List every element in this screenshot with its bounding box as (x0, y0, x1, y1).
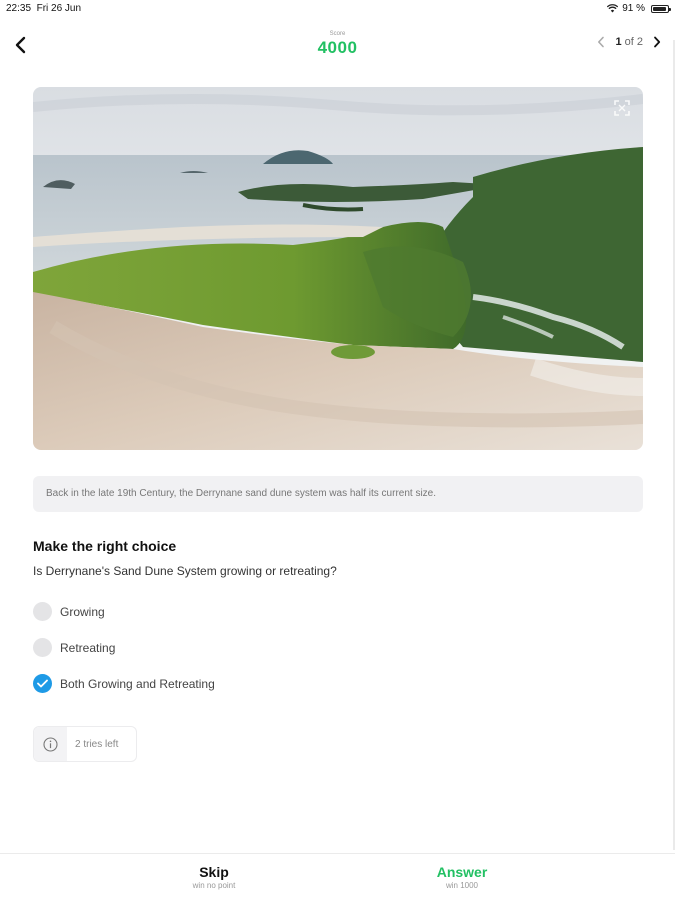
score-value: 4000 (317, 38, 358, 57)
status-date: Fri 26 Jun (36, 3, 82, 14)
option-growing[interactable]: Growing (33, 602, 105, 621)
photo-caption: Back in the late 19th Century, the Derry… (33, 476, 643, 512)
option-both[interactable]: Both Growing and Retreating (33, 674, 215, 693)
skip-label: Skip (199, 864, 229, 880)
expand-icon[interactable] (613, 99, 631, 117)
skip-sublabel: win no point (192, 881, 236, 890)
answer-label: Answer (436, 864, 488, 880)
pager: 1 of 2 (597, 36, 661, 48)
option-label: Retreating (60, 640, 116, 655)
wifi-icon (607, 4, 619, 13)
info-icon (43, 736, 58, 752)
chevron-right-icon[interactable] (653, 36, 661, 48)
battery-icon (651, 4, 671, 13)
option-label: Both Growing and Retreating (60, 676, 215, 691)
tries-text: 2 tries left (75, 738, 119, 750)
checkmark-icon (37, 679, 48, 688)
pager-text: 1 of 2 (615, 36, 643, 48)
question-title: Make the right choice (33, 538, 177, 554)
bottom-action-bar: Skip win no point Answer win 1000 (0, 853, 675, 900)
status-bar: 22:35 Fri 26 Jun 91 % (0, 0, 675, 18)
battery-percent: 91 % (622, 3, 645, 14)
skip-button[interactable]: Skip win no point (134, 864, 294, 892)
option-label: Growing (60, 604, 105, 619)
info-box (34, 727, 67, 761)
tries-remaining: 2 tries left (33, 726, 137, 762)
status-time-date: 22:35 Fri 26 Jun (6, 3, 81, 14)
radio-unselected[interactable] (33, 638, 52, 657)
radio-unselected[interactable] (33, 602, 52, 621)
answer-button[interactable]: Answer win 1000 (382, 864, 542, 892)
header: Score 4000 1 of 2 (0, 28, 675, 62)
chevron-left-icon[interactable] (597, 36, 605, 48)
landscape-photo (33, 87, 643, 450)
score-label: Score (329, 31, 346, 37)
pager-current: 1 (615, 36, 622, 48)
score-display: Score 4000 (0, 30, 675, 58)
status-time: 22:35 (6, 3, 32, 14)
answer-sublabel: win 1000 (445, 881, 479, 890)
radio-selected[interactable] (33, 674, 52, 693)
pager-rest: of 2 (624, 36, 643, 48)
question-text: Is Derrynane's Sand Dune System growing … (33, 564, 337, 578)
option-retreating[interactable]: Retreating (33, 638, 115, 657)
status-indicators: 91 % (607, 3, 671, 14)
